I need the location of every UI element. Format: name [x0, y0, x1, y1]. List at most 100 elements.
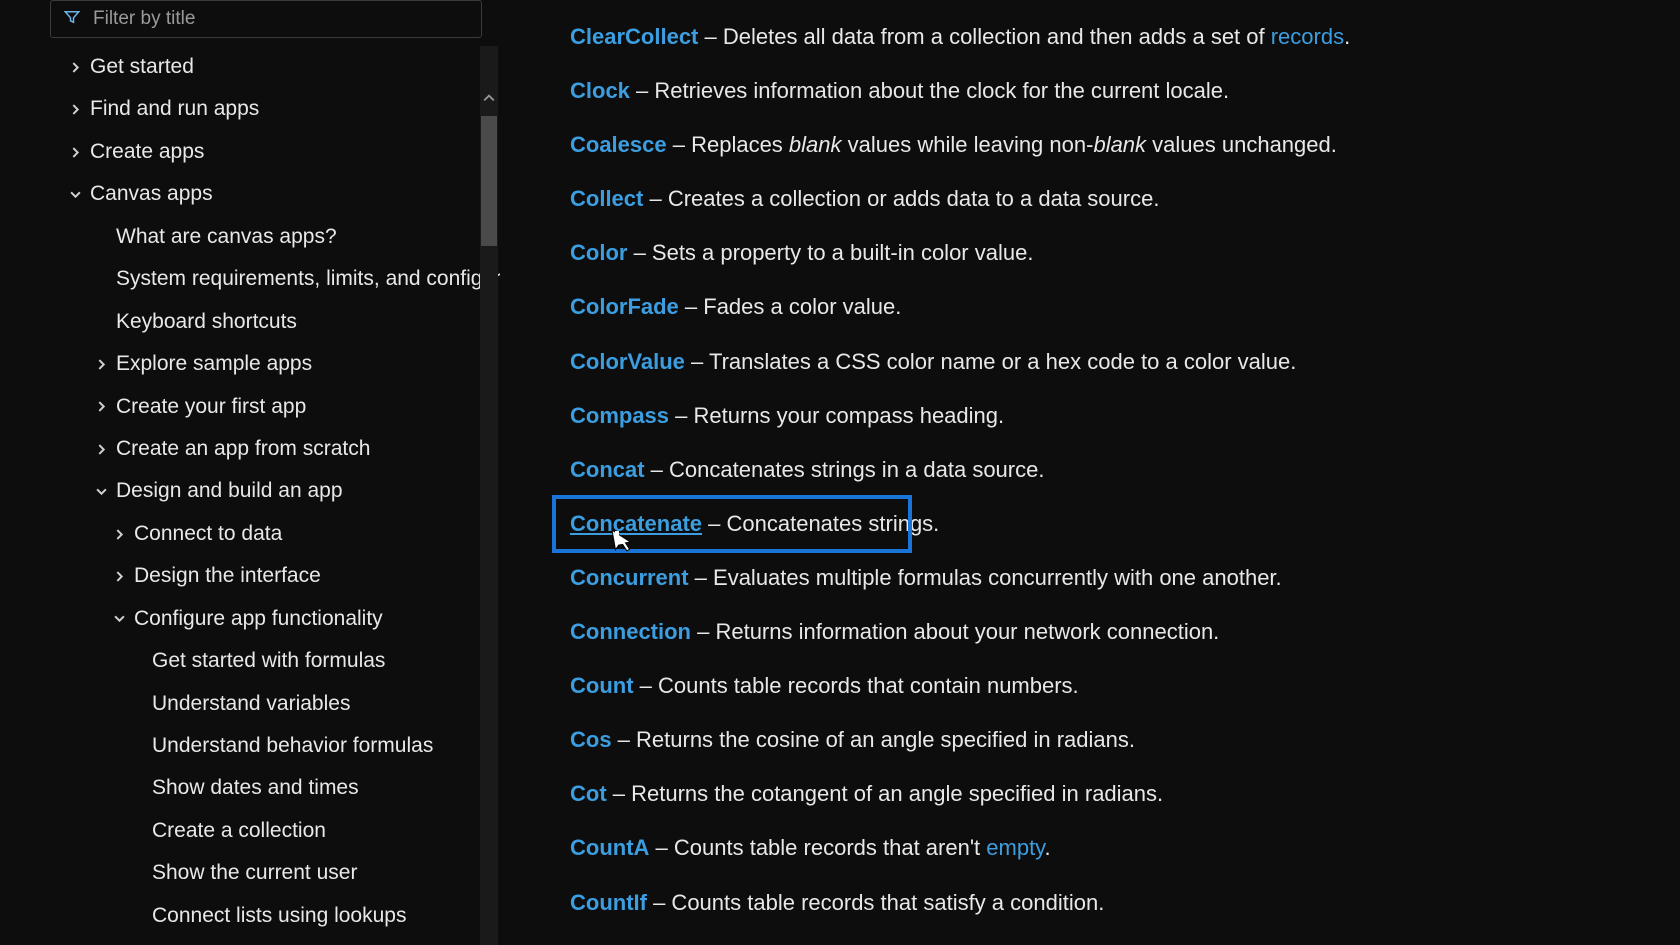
- nav-item[interactable]: System requirements, limits, and configu…: [50, 258, 470, 300]
- function-entry: Coalesce – Replaces blank values while l…: [570, 128, 1640, 162]
- chevron-right-icon[interactable]: [112, 527, 126, 541]
- nav-item[interactable]: Explore sample apps: [50, 343, 470, 385]
- filter-box[interactable]: [50, 0, 482, 38]
- chevron-right-icon[interactable]: [94, 400, 108, 414]
- nav-item[interactable]: Design the interface: [50, 555, 470, 597]
- function-desc-text: – Returns the cosine of an angle specifi…: [612, 727, 1135, 752]
- function-entry: ClearCollect – Deletes all data from a c…: [570, 20, 1640, 54]
- nav-item[interactable]: Understand behavior formulas: [50, 725, 470, 767]
- function-desc-text: – Deletes all data from a collection and…: [698, 24, 1270, 49]
- function-link[interactable]: Cos: [570, 727, 612, 752]
- chevron-right-icon[interactable]: [94, 357, 108, 371]
- function-entry: Concat – Concatenates strings in a data …: [570, 453, 1640, 487]
- nav-item-label: System requirements, limits, and configu…: [116, 264, 500, 294]
- function-entry: Cot – Returns the cotangent of an angle …: [570, 777, 1640, 811]
- nav-item[interactable]: Create a collection: [50, 810, 470, 852]
- function-entry: Count – Counts table records that contai…: [570, 669, 1640, 703]
- nav-item-label: Keyboard shortcuts: [116, 307, 297, 337]
- function-link[interactable]: ColorValue: [570, 349, 685, 374]
- function-entry: Cos – Returns the cosine of an angle spe…: [570, 723, 1640, 757]
- function-link[interactable]: Cot: [570, 781, 607, 806]
- function-desc-italic: blank: [1093, 132, 1146, 157]
- nav-item-label: Find and run apps: [90, 94, 259, 124]
- chevron-down-icon[interactable]: [94, 485, 108, 499]
- nav-item[interactable]: Find and run apps: [50, 88, 470, 130]
- nav-item[interactable]: Understand variables: [50, 683, 470, 725]
- chevron-right-icon[interactable]: [68, 103, 82, 117]
- nav-item[interactable]: Design and build an app: [50, 470, 470, 512]
- nav-item-label: What are canvas apps?: [116, 222, 337, 252]
- function-desc-text: – Concatenates strings in a data source.: [645, 457, 1045, 482]
- function-link[interactable]: Coalesce: [570, 132, 667, 157]
- nav-item-label: Show the current user: [152, 858, 357, 888]
- function-entry: Compass – Returns your compass heading.: [570, 399, 1640, 433]
- function-desc-text: – Evaluates multiple formulas concurrent…: [689, 565, 1282, 590]
- nav-item[interactable]: Show the current user: [50, 852, 470, 894]
- function-link[interactable]: ColorFade: [570, 294, 679, 319]
- nav-item[interactable]: Configure app functionality: [50, 598, 470, 640]
- function-desc-text: – Counts table records that contain numb…: [634, 673, 1079, 698]
- nav-item[interactable]: Connect lists using lookups: [50, 895, 470, 937]
- function-desc-text: – Sets a property to a built-in color va…: [627, 240, 1033, 265]
- function-link[interactable]: Clock: [570, 78, 630, 103]
- function-link[interactable]: Count: [570, 673, 634, 698]
- chevron-right-icon[interactable]: [112, 569, 126, 583]
- sidebar: Get started Find and run apps Create apps C…: [0, 0, 500, 945]
- function-desc-text: – Retrieves information about the clock …: [630, 78, 1229, 103]
- nav-item-label: Show dates and times: [152, 773, 359, 803]
- nav-item[interactable]: Create your first app: [50, 386, 470, 428]
- chevron-right-icon[interactable]: [68, 145, 82, 159]
- nav-item-label: Explore sample apps: [116, 349, 312, 379]
- function-link[interactable]: Compass: [570, 403, 669, 428]
- nav-item-label: Design the interface: [134, 561, 321, 591]
- function-link[interactable]: Concatenate: [570, 511, 702, 536]
- function-entry: CountIf – Counts table records that sati…: [570, 886, 1640, 920]
- nav-item-label: Create your first app: [116, 392, 306, 422]
- chevron-down-icon[interactable]: [68, 188, 82, 202]
- chevron-right-icon[interactable]: [94, 442, 108, 456]
- nav-item-label: Connect lists using lookups: [152, 901, 406, 931]
- function-link[interactable]: CountA: [570, 835, 649, 860]
- nav-item-label: Configure app functionality: [134, 604, 383, 634]
- function-link[interactable]: Color: [570, 240, 627, 265]
- filter-icon: [63, 8, 81, 31]
- nav-item[interactable]: Get started: [50, 46, 470, 88]
- function-desc-text: – Returns information about your network…: [691, 619, 1219, 644]
- function-link[interactable]: CountIf: [570, 890, 647, 915]
- function-link[interactable]: Concat: [570, 457, 645, 482]
- function-entry: ColorValue – Translates a CSS color name…: [570, 345, 1640, 379]
- scroll-up-icon[interactable]: [481, 90, 497, 106]
- function-link[interactable]: Concurrent: [570, 565, 689, 590]
- function-desc-text: – Fades a color value.: [679, 294, 902, 319]
- nav-item[interactable]: Canvas apps: [50, 173, 470, 215]
- function-desc-text: – Creates a collection or adds data to a…: [643, 186, 1159, 211]
- inline-link[interactable]: empty: [986, 835, 1044, 860]
- function-desc-text: values while leaving non-: [842, 132, 1094, 157]
- function-entry: Clock – Retrieves information about the …: [570, 74, 1640, 108]
- nav-item[interactable]: Connect to data: [50, 513, 470, 555]
- nav-item[interactable]: Create an app from scratch: [50, 428, 470, 470]
- chevron-right-icon[interactable]: [68, 60, 82, 74]
- nav-item-label: Create a collection: [152, 816, 326, 846]
- nav-item-label: Create an app from scratch: [116, 434, 370, 464]
- nav-item[interactable]: Keyboard shortcuts: [50, 301, 470, 343]
- nav-item[interactable]: Show dates and times: [50, 767, 470, 809]
- chevron-down-icon[interactable]: [112, 612, 126, 626]
- function-desc-italic: blank: [789, 132, 842, 157]
- function-link[interactable]: ClearCollect: [570, 24, 698, 49]
- nav-item-label: Understand variables: [152, 689, 350, 719]
- function-entry: Concurrent – Evaluates multiple formulas…: [570, 561, 1640, 595]
- function-link[interactable]: Collect: [570, 186, 643, 211]
- inline-link[interactable]: records: [1271, 24, 1344, 49]
- nav-item[interactable]: Add a flow: [50, 937, 470, 945]
- function-entry: Connection – Returns information about y…: [570, 615, 1640, 649]
- nav-item-label: Get started: [90, 52, 194, 82]
- nav-item[interactable]: Get started with formulas: [50, 640, 470, 682]
- nav-item[interactable]: What are canvas apps?: [50, 216, 470, 258]
- filter-input[interactable]: [93, 8, 469, 30]
- nav-item-label: Get started with formulas: [152, 646, 385, 676]
- nav-item[interactable]: Create apps: [50, 131, 470, 173]
- function-link[interactable]: Connection: [570, 619, 691, 644]
- scrollbar-thumb[interactable]: [481, 116, 497, 246]
- nav-item-label: Canvas apps: [90, 179, 213, 209]
